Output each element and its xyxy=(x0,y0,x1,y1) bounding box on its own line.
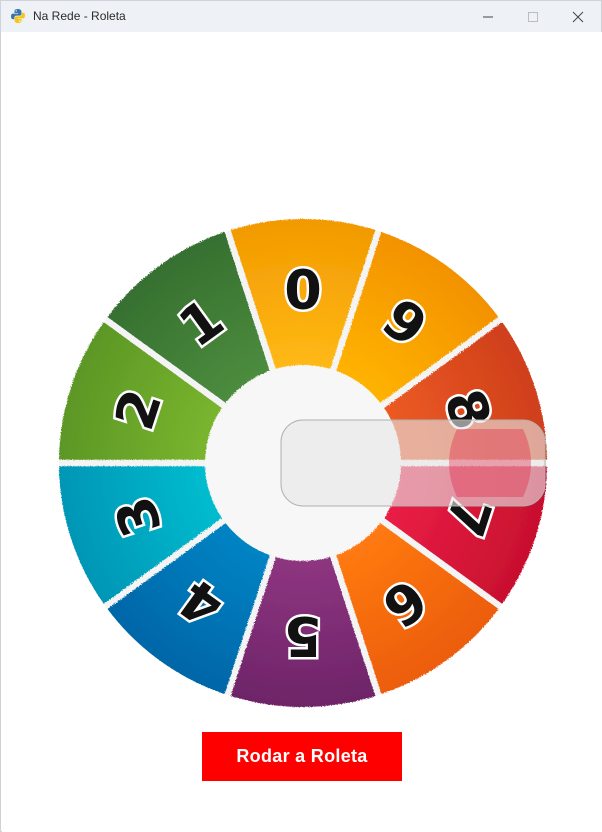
wheel-label-0: 0 xyxy=(284,259,322,322)
window-title: Na Rede - Roleta xyxy=(33,9,126,23)
maximize-icon xyxy=(528,11,538,22)
roulette-wheel[interactable]: 0 987654321 xyxy=(57,217,549,709)
wheel-pointer xyxy=(280,419,546,507)
minimize-icon xyxy=(483,16,493,17)
wheel-label-5: 5 xyxy=(284,605,322,668)
selected-highlight xyxy=(449,429,531,497)
close-icon xyxy=(572,11,584,22)
title-bar[interactable]: Na Rede - Roleta xyxy=(1,1,601,32)
content-area: 0987654321 Rodar a Roleta xyxy=(2,32,602,832)
close-button[interactable] xyxy=(555,1,601,32)
minimize-button[interactable] xyxy=(465,1,511,32)
spin-wheel-button[interactable]: Rodar a Roleta xyxy=(202,732,402,781)
maximize-button[interactable] xyxy=(510,1,556,32)
app-window: Na Rede - Roleta 0987654321 Rodar a Role… xyxy=(0,0,602,832)
python-icon xyxy=(10,8,26,24)
